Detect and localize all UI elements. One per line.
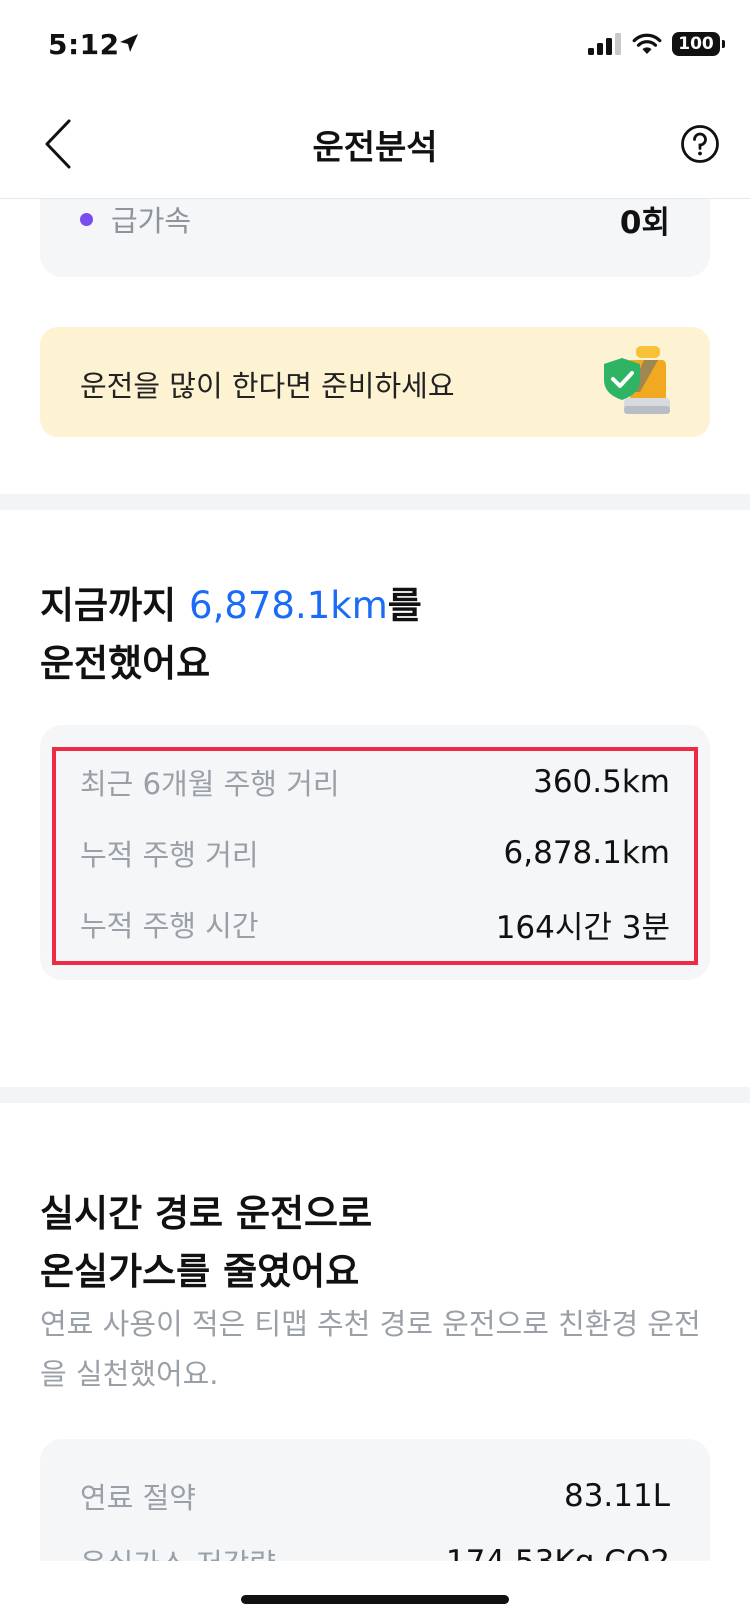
eco-section-subtitle: 연료 사용이 적은 티맵 추천 경로 운전으로 친환경 운전을 실천했어요.	[40, 1307, 701, 1391]
status-time: 5:12	[48, 28, 120, 61]
status-icons: 100	[588, 32, 725, 56]
prepare-banner[interactable]: 운전을 많이 한다면 준비하세요	[40, 327, 710, 437]
stat-row-emission-reduction: 온실가스 저감량 174.53Kg CO2	[80, 1542, 670, 1561]
home-indicator[interactable]	[241, 1595, 509, 1604]
stat-value: 83.11L	[563, 1478, 670, 1514]
distance-section-title: 지금까지 6,878.1km를 운전했어요	[40, 577, 422, 693]
stat-row-fuel-saving: 연료 절약 83.11L	[80, 1476, 670, 1516]
battery-level: 100	[678, 34, 714, 54]
location-arrow-icon	[120, 34, 138, 52]
purple-dot-icon	[80, 212, 93, 226]
help-icon[interactable]	[680, 124, 720, 164]
distance-stats-card: 최근 6개월 주행 거리 360.5km 누적 주행 거리 6,878.1km …	[40, 725, 710, 980]
banner-text: 운전을 많이 한다면 준비하세요	[80, 369, 455, 403]
eco-title-line2: 온실가스를 줄였어요	[40, 1250, 360, 1293]
section-divider	[0, 1087, 750, 1103]
stat-label: 온실가스 저감량	[80, 1541, 276, 1561]
wifi-icon	[632, 33, 662, 54]
total-distance-highlight: 6,878.1km	[189, 584, 388, 627]
event-value: 0회	[619, 204, 670, 241]
cellular-signal-icon	[588, 33, 621, 55]
stat-value: 174.53Kg CO2	[446, 1544, 670, 1561]
event-label-text: 급가속	[111, 204, 192, 238]
scroll-content[interactable]: 급가속 0회 운전을 많이 한다면 준비하세요 지금까지 6,878.1km를 …	[0, 199, 750, 1561]
eco-section-title: 실시간 경로 운전으로 온실가스를 줄였어요	[40, 1185, 372, 1301]
highlight-box	[52, 747, 698, 965]
distance-title-line1: 지금까지 6,878.1km를	[40, 584, 422, 627]
battery-icon: 100	[672, 32, 725, 56]
driving-event-card: 급가속 0회	[40, 199, 710, 277]
distance-title-line2: 운전했어요	[40, 642, 211, 685]
stat-label: 연료 절약	[80, 1481, 196, 1515]
page-title: 운전분석	[312, 128, 438, 168]
event-label: 급가속	[80, 199, 191, 240]
section-divider	[0, 494, 750, 510]
status-bar: 5:12 100	[0, 0, 750, 90]
eco-stats-card: 연료 절약 83.11L 온실가스 저감량 174.53Kg CO2	[40, 1439, 710, 1561]
car-seat-shield-icon	[604, 346, 670, 414]
event-row-rapid-acceleration: 급가속 0회	[80, 199, 670, 269]
navigation-bar: 운전분석	[0, 90, 750, 199]
eco-title-line1: 실시간 경로 운전으로	[40, 1192, 373, 1235]
